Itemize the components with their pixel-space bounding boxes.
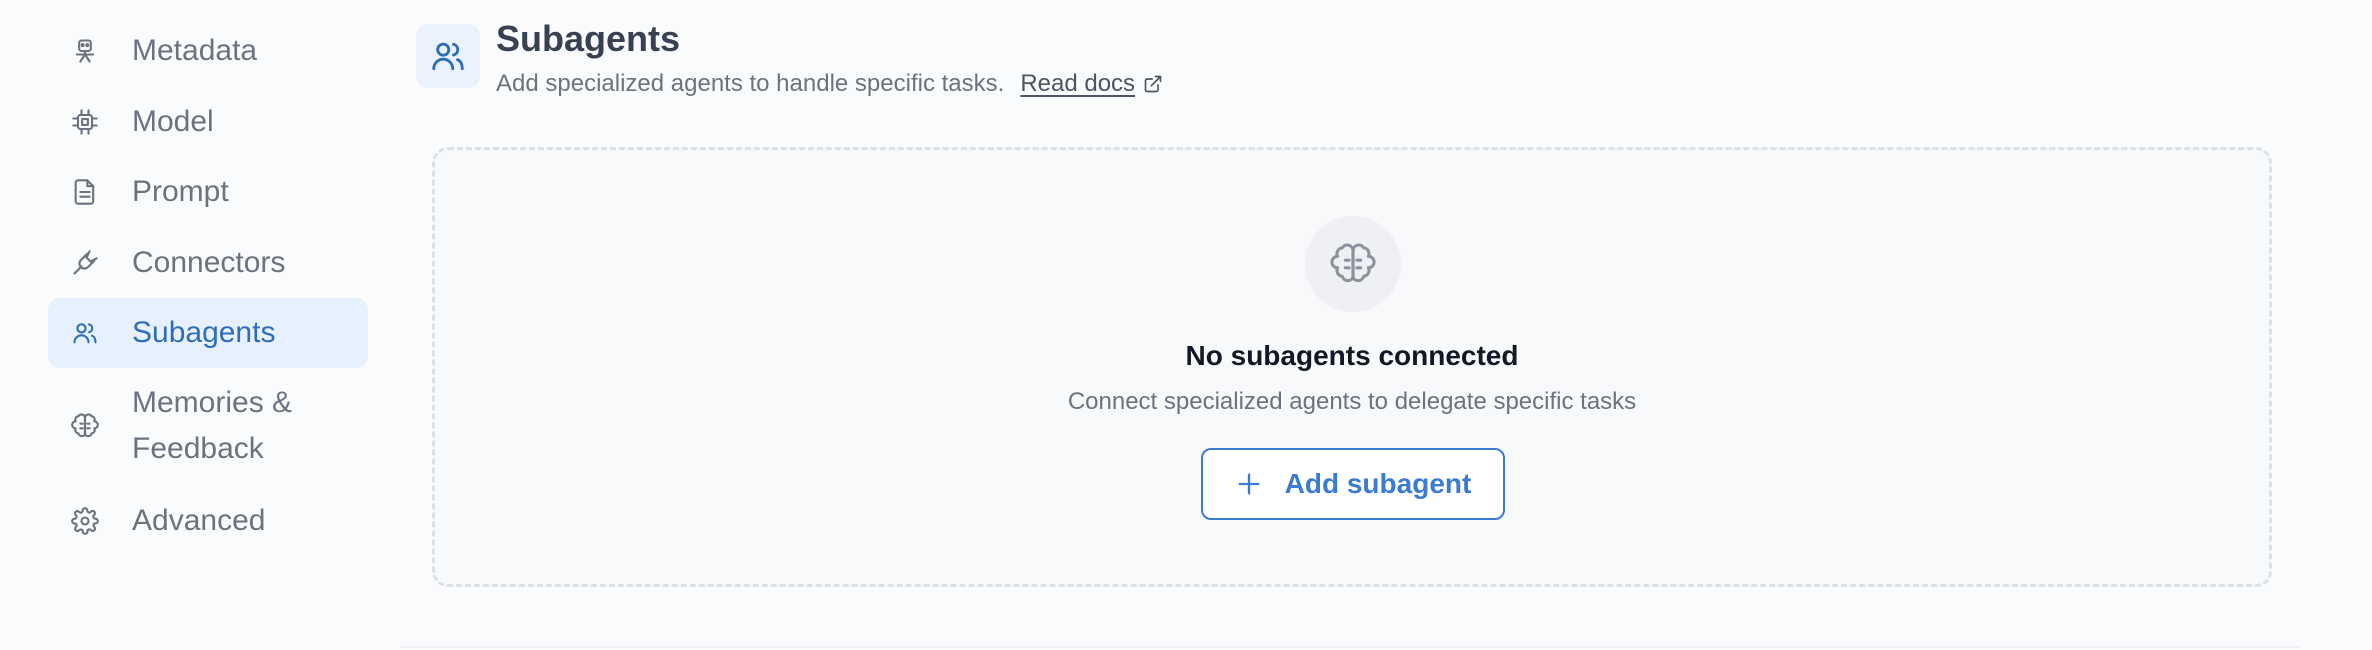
empty-state-icon-container (1305, 216, 1401, 312)
sidebar-item-label: Subagents (132, 316, 276, 349)
page-title: Subagents (496, 18, 681, 59)
sidebar-item-advanced[interactable]: Advanced (48, 498, 368, 544)
brain-icon (70, 411, 100, 441)
sidebar-item-label: Prompt (132, 175, 229, 208)
sidebar-item-metadata[interactable]: Metadata (48, 28, 368, 74)
cpu-chip-icon (70, 107, 100, 137)
sidebar-item-label-line2: Feedback (132, 432, 264, 465)
users-icon (70, 318, 100, 348)
empty-state-title: No subagents connected (1185, 340, 1519, 371)
sidebar-item-memories-feedback[interactable]: Memories & Feedback (48, 380, 368, 472)
read-docs-link[interactable]: Read docs (1020, 70, 1135, 98)
add-subagent-button[interactable]: Add subagent (1201, 448, 1505, 520)
sidebar-item-label: Metadata (132, 34, 258, 67)
sidebar-item-label: Advanced (132, 504, 266, 537)
plus-icon (1238, 473, 1260, 495)
divider (400, 646, 2300, 648)
sidebar-item-label: Model (132, 105, 214, 138)
sidebar-item-model[interactable]: Model (48, 99, 368, 145)
subagents-empty-state: No subagents connected Connect specializ… (432, 147, 2272, 587)
plug-icon (70, 248, 100, 278)
sidebar-item-label-line1: Memories & (132, 386, 293, 419)
sidebar-item-prompt[interactable]: Prompt (48, 169, 368, 215)
external-link-icon[interactable] (1143, 74, 1163, 94)
metadata-icon (70, 36, 100, 66)
sidebar-item-label: Connectors (132, 246, 286, 279)
sidebar-item-connectors[interactable]: Connectors (48, 240, 368, 286)
page-subtitle-row: Add specialized agents to handle specifi… (496, 70, 1163, 98)
subagents-header-icon (416, 24, 480, 88)
agent-settings-page: Metadata Model Prompt Connectors Subagen… (0, 0, 2372, 650)
add-subagent-button-label: Add subagent (1284, 468, 1472, 499)
sidebar-item-subagents[interactable]: Subagents (48, 298, 368, 368)
page-subtitle: Add specialized agents to handle specifi… (496, 70, 1005, 97)
empty-state-description: Connect specialized agents to delegate s… (1067, 388, 1637, 415)
users-icon (432, 42, 464, 71)
gear-icon (70, 506, 100, 536)
document-icon (70, 177, 100, 207)
brain-icon (1330, 243, 1376, 283)
